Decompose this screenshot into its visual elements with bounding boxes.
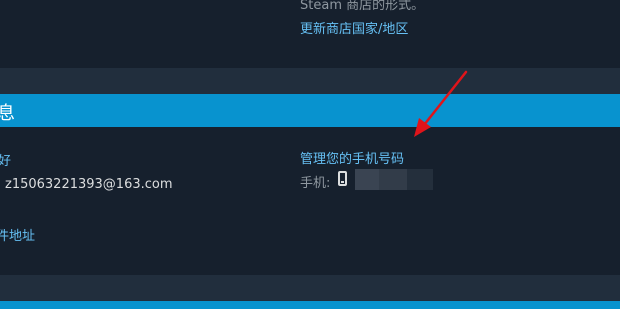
contact-info-header: 息 <box>0 94 620 127</box>
update-store-region-link[interactable]: 更新商店国家/地区 <box>300 18 408 37</box>
phone-number-mask <box>355 169 379 190</box>
phone-label: 手机: <box>300 176 331 191</box>
contact-link-1[interactable]: 好 <box>0 150 11 169</box>
manage-phone-number-link[interactable]: 管理您的手机号码 <box>300 148 404 167</box>
phone-number-mask <box>379 169 407 190</box>
email-address: z15063221393@163.com <box>5 177 173 192</box>
next-section-header <box>0 301 620 309</box>
mobile-phone-icon <box>338 171 347 186</box>
email-address-link[interactable]: 件地址 <box>0 225 35 244</box>
phone-number-mask <box>407 169 433 190</box>
section-title: 息 <box>0 103 15 124</box>
store-region-description: Steam 商店的形式。 <box>300 0 425 13</box>
section-separator <box>0 275 620 301</box>
section-separator <box>0 68 620 94</box>
